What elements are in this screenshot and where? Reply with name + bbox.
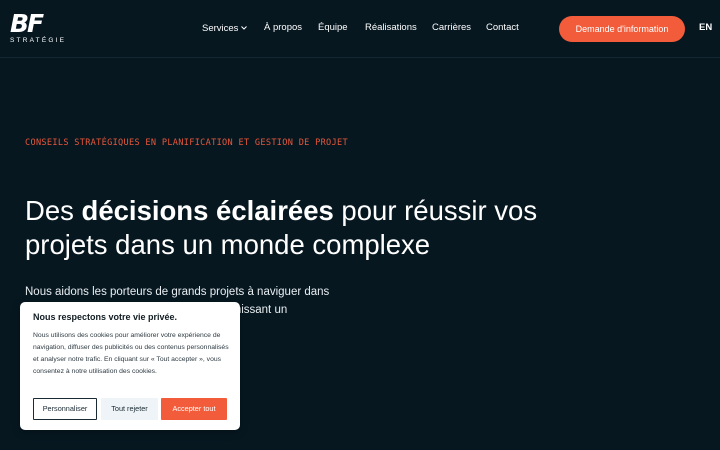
cookie-title: Nous respectons votre vie privée. [33, 312, 178, 322]
cookie-consent-banner: Nous respectons votre vie privée. Nous u… [20, 302, 240, 430]
nav-item-a-propos[interactable]: À propos [264, 22, 302, 33]
accept-all-button[interactable]: Accepter tout [161, 398, 227, 420]
nav-item-realisations[interactable]: Réalisations [365, 22, 417, 33]
site-header: BF STRATÉGIE Services À propos Équipe Ré… [0, 0, 720, 58]
headline-pre: Des [25, 195, 82, 226]
cookie-text: Nous utilisons des cookies pour améliore… [33, 332, 229, 375]
language-switch[interactable]: EN [699, 22, 712, 33]
nav-item-services[interactable]: Services [202, 22, 248, 34]
nav-item-label: Services [202, 23, 239, 34]
nav-item-contact[interactable]: Contact [486, 22, 519, 33]
logo-subtitle: STRATÉGIE [10, 37, 67, 44]
reject-all-button[interactable]: Tout rejeter [101, 398, 158, 420]
headline-bold: décisions éclairées [81, 195, 334, 226]
hero-eyebrow: CONSEILS STRATÉGIQUES EN PLANIFICATION E… [25, 138, 348, 148]
chevron-down-icon [241, 22, 248, 33]
info-request-button[interactable]: Demande d'information [559, 16, 685, 42]
site-logo[interactable]: BF STRATÉGIE [10, 9, 72, 46]
logo-mark: BF [10, 9, 44, 38]
hero-headline: Des décisions éclairées pour réussir vos… [25, 194, 625, 262]
nav-item-carrieres[interactable]: Carrières [432, 22, 471, 33]
nav-item-equipe[interactable]: Équipe [318, 22, 348, 33]
intro-line-1: Nous aidons les porteurs de grands proje… [25, 286, 330, 298]
customize-button[interactable]: Personnaliser [33, 398, 97, 420]
